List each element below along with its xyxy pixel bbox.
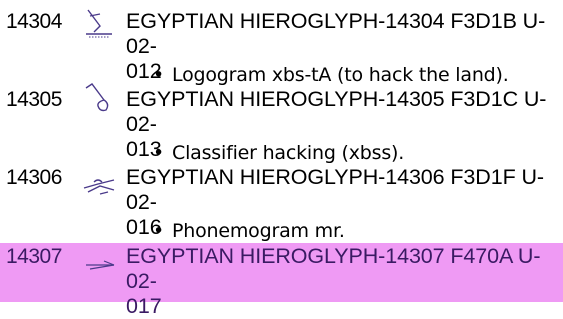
plough-glyph-icon	[83, 179, 115, 195]
pick-glyph-icon	[86, 260, 115, 270]
list-item-highlighted: 14307 EGYPTIAN HIEROGLYPH-14307 F470A U-…	[0, 243, 563, 318]
entry-note: • Classifier hacking (xbss).	[153, 141, 404, 165]
bullet: •	[153, 64, 165, 86]
hoe-glyph-icon	[85, 83, 109, 112]
note-text: Phonemogram mr.	[172, 220, 345, 242]
bullet: •	[153, 142, 165, 164]
note-text: Logogram xbs-tA (to hack the land).	[172, 64, 509, 86]
entry-note: • Phonemogram mr.	[153, 219, 345, 243]
entry-code: 14307	[6, 245, 62, 268]
description-line-2: 017	[126, 294, 162, 318]
entry-code: 14304	[6, 10, 62, 33]
description-line-1: EGYPTIAN HIEROGLYPH-14305 F3D1C U-02-	[126, 87, 547, 136]
note-text: Classifier hacking (xbss).	[172, 142, 405, 164]
description-line-1: EGYPTIAN HIEROGLYPH-14304 F3D1B U-02-	[126, 9, 546, 58]
entry-code: 14305	[6, 88, 62, 111]
description-line-1: EGYPTIAN HIEROGLYPH-14307 F470A U-02-	[126, 244, 541, 293]
description-line-1: EGYPTIAN HIEROGLYPH-14306 F3D1F U-02-	[126, 165, 544, 214]
hoe-hacking-land-glyph-icon	[86, 9, 112, 38]
bullet: •	[153, 220, 165, 242]
entry-code: 14306	[6, 166, 62, 189]
entry-description: EGYPTIAN HIEROGLYPH-14307 F470A U-02- 01…	[126, 244, 556, 319]
entry-note: • Logogram xbs-tA (to hack the land).	[153, 63, 509, 87]
